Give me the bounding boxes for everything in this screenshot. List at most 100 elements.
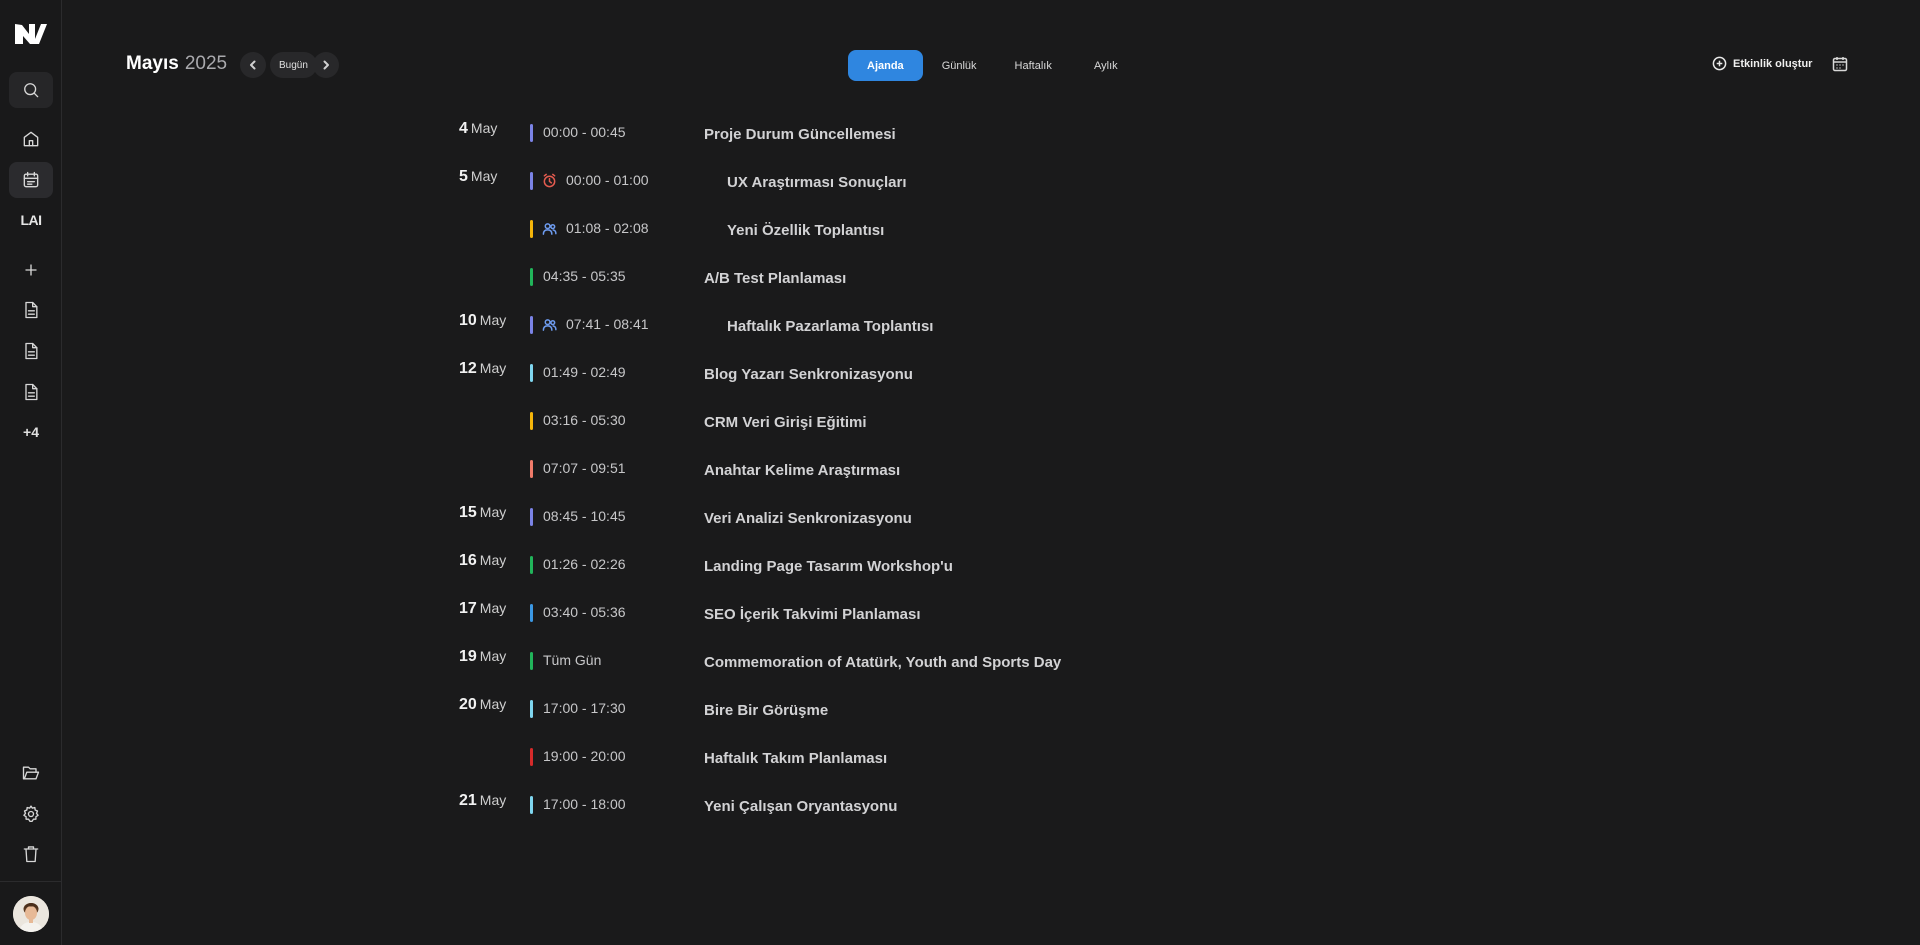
day-events: 08:45 - 10:45 Veri Analizi Senkronizasyon… bbox=[530, 502, 1259, 534]
agenda-day: 10 May 07:41 - 08:41 Haftalık Pazarlama Top… bbox=[459, 310, 1259, 342]
agenda-day: 15 May 08:45 - 10:45 Veri Analizi Senkroniz… bbox=[459, 502, 1259, 534]
day-events: 01:26 - 02:26 Landing Page Tasarım Worksh… bbox=[530, 550, 1259, 582]
next-month-button[interactable] bbox=[313, 52, 339, 78]
agenda-list: 4 May 00:00 - 00:45 Proje Durum Güncellemes… bbox=[459, 118, 1259, 838]
home-icon bbox=[23, 131, 39, 147]
alarm-icon bbox=[542, 173, 557, 188]
agenda-event[interactable]: 04:35 - 05:35 A/B Test Planlaması bbox=[530, 262, 1259, 294]
event-time: 04:35 - 05:35 bbox=[543, 268, 626, 284]
app-root: LAI +4 Mayıs 2025 Bugün Ajanda Günlük Ha… bbox=[0, 0, 1920, 945]
agenda-day: 20 May 17:00 - 17:30 Bire Bir Görüşme 19:00 … bbox=[459, 694, 1259, 774]
sidebar-item-folder[interactable] bbox=[9, 755, 53, 791]
sidebar-item-document-3[interactable] bbox=[9, 374, 53, 410]
document-icon bbox=[25, 342, 38, 360]
day-label: 20 May bbox=[459, 694, 530, 774]
event-color-bar bbox=[530, 412, 533, 430]
sidebar-item-document-2[interactable] bbox=[9, 333, 53, 369]
event-title: UX Araştırması Sonuçları bbox=[727, 174, 907, 191]
sidebar-item-settings[interactable] bbox=[9, 796, 53, 832]
event-time: 19:00 - 20:00 bbox=[543, 748, 626, 764]
sidebar-item-lai[interactable]: LAI bbox=[9, 202, 53, 238]
search-icon bbox=[24, 83, 39, 98]
event-time: Tüm Gün bbox=[543, 652, 602, 668]
sidebar-item-document-1[interactable] bbox=[9, 292, 53, 328]
sidebar-item-more[interactable]: +4 bbox=[9, 414, 53, 450]
event-color-bar bbox=[530, 556, 533, 574]
day-number: 12 bbox=[459, 360, 477, 377]
header-month: Mayıs bbox=[126, 53, 179, 74]
logo-icon[interactable] bbox=[13, 22, 49, 48]
tab-monthly[interactable]: Aylık bbox=[1071, 50, 1141, 81]
day-number: 15 bbox=[459, 504, 477, 521]
day-month: May bbox=[479, 600, 507, 616]
previous-month-button[interactable] bbox=[240, 52, 266, 78]
view-tabs: Ajanda Günlük Haftalık Aylık bbox=[848, 50, 1141, 81]
day-number: 21 bbox=[459, 792, 477, 809]
agenda-event[interactable]: 19:00 - 20:00 Haftalık Takım Planlaması bbox=[530, 742, 1259, 774]
sidebar-item-add[interactable] bbox=[9, 252, 53, 288]
event-color-bar bbox=[530, 508, 533, 526]
event-time: 03:16 - 05:30 bbox=[543, 412, 626, 428]
sidebar-item-trash[interactable] bbox=[9, 836, 53, 872]
agenda-event[interactable]: 03:40 - 05:36 SEO İçerik Takvimi Planlama… bbox=[530, 598, 1259, 630]
agenda-event[interactable]: 07:07 - 09:51 Anahtar Kelime Araştırması bbox=[530, 454, 1259, 486]
chevron-right-icon bbox=[323, 60, 329, 70]
event-time: 00:00 - 00:45 bbox=[543, 124, 626, 140]
tab-weekly[interactable]: Haftalık bbox=[996, 50, 1071, 81]
calendar-picker-button[interactable] bbox=[1832, 56, 1848, 77]
event-title: Bire Bir Görüşme bbox=[704, 702, 829, 719]
day-number: 19 bbox=[459, 648, 477, 665]
users-icon bbox=[542, 317, 557, 332]
agenda-day: 17 May 03:40 - 05:36 SEO İçerik Takvimi Pla… bbox=[459, 598, 1259, 630]
day-number: 10 bbox=[459, 312, 477, 329]
agenda-event[interactable]: 00:00 - 01:00 UX Araştırması Sonuçları bbox=[530, 166, 1259, 198]
sidebar-item-calendar[interactable] bbox=[9, 162, 53, 198]
tab-agenda[interactable]: Ajanda bbox=[848, 50, 923, 81]
agenda-event[interactable]: 01:08 - 02:08 Yeni Özellik Toplantısı bbox=[530, 214, 1259, 246]
event-color-bar bbox=[530, 220, 533, 238]
event-color-bar bbox=[530, 748, 533, 766]
day-events: 00:00 - 01:00 UX Araştırması Sonuçları 01:… bbox=[530, 166, 1259, 294]
chevron-left-icon bbox=[250, 60, 256, 70]
sidebar-item-home[interactable] bbox=[9, 121, 53, 157]
today-button[interactable]: Bugün bbox=[270, 52, 317, 78]
create-event-button[interactable]: Etkinlik oluştur bbox=[1712, 56, 1812, 71]
plus-circle-icon bbox=[1712, 56, 1727, 71]
event-time: 03:40 - 05:36 bbox=[543, 604, 626, 620]
plus-icon bbox=[25, 264, 37, 276]
event-title: Haftalık Takım Planlaması bbox=[704, 750, 888, 767]
lai-label: LAI bbox=[20, 212, 42, 228]
day-events: 17:00 - 18:00 Yeni Çalışan Oryantasyonu bbox=[530, 790, 1259, 822]
agenda-event[interactable]: 17:00 - 17:30 Bire Bir Görüşme bbox=[530, 694, 1259, 726]
event-title: CRM Veri Girişi Eğitimi bbox=[704, 414, 867, 431]
page-title: Mayıs 2025 bbox=[126, 53, 227, 75]
avatar[interactable] bbox=[13, 896, 49, 932]
event-title: A/B Test Planlaması bbox=[704, 270, 847, 287]
agenda-event[interactable]: 17:00 - 18:00 Yeni Çalışan Oryantasyonu bbox=[530, 790, 1259, 822]
event-color-bar bbox=[530, 460, 533, 478]
agenda-event[interactable]: 08:45 - 10:45 Veri Analizi Senkronizasyon… bbox=[530, 502, 1259, 534]
folder-open-icon bbox=[22, 766, 40, 780]
event-title: Landing Page Tasarım Workshop'u bbox=[704, 558, 953, 575]
event-color-bar bbox=[530, 652, 533, 670]
day-label: 5 May bbox=[459, 166, 530, 294]
agenda-event[interactable]: 03:16 - 05:30 CRM Veri Girişi Eğitimi bbox=[530, 406, 1259, 438]
day-month: May bbox=[479, 552, 507, 568]
agenda-event[interactable]: 07:41 - 08:41 Haftalık Pazarlama Toplantı… bbox=[530, 310, 1259, 342]
gear-icon bbox=[23, 805, 39, 822]
agenda-event[interactable]: Tüm Gün Commemoration of Atatürk, Youth a… bbox=[530, 646, 1259, 678]
tab-daily[interactable]: Günlük bbox=[923, 50, 996, 81]
search-button[interactable] bbox=[9, 72, 53, 108]
event-color-bar bbox=[530, 316, 533, 334]
agenda-event[interactable]: 01:26 - 02:26 Landing Page Tasarım Worksh… bbox=[530, 550, 1259, 582]
day-events: 07:41 - 08:41 Haftalık Pazarlama Toplantı… bbox=[530, 310, 1259, 342]
agenda-day: 16 May 01:26 - 02:26 Landing Page Tasarım W… bbox=[459, 550, 1259, 582]
header-year: 2025 bbox=[184, 53, 228, 74]
day-events: 00:00 - 00:45 Proje Durum Güncellemesi bbox=[530, 118, 1259, 150]
day-month: May bbox=[479, 648, 507, 664]
day-number: 4 bbox=[459, 120, 468, 137]
agenda-event[interactable]: 00:00 - 00:45 Proje Durum Güncellemesi bbox=[530, 118, 1259, 150]
document-icon bbox=[25, 301, 38, 319]
day-label: 16 May bbox=[459, 550, 530, 582]
agenda-event[interactable]: 01:49 - 02:49 Blog Yazarı Senkronizasyonu bbox=[530, 358, 1259, 390]
